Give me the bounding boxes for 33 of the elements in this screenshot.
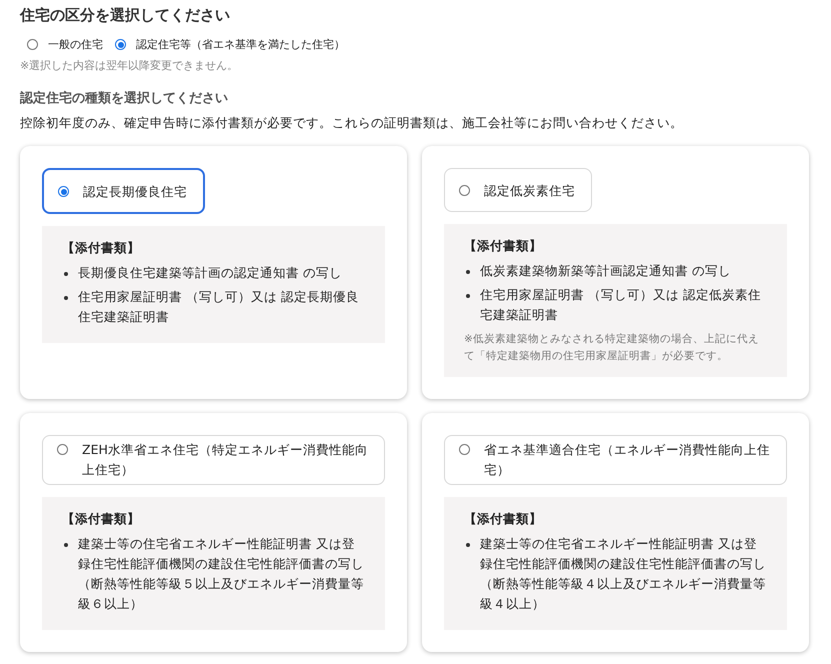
documents-title: 【添付書類】 [464,238,543,255]
bullet-icon [64,296,68,300]
bullet-icon [466,294,470,298]
document-item: 住宅用家屋証明書 （写し可）又は 認定長期優良住宅建築証明書 [78,288,360,326]
documents-title: 【添付書類】 [62,511,141,528]
description-text: 控除初年度のみ、確定申告時に添付書類が必要です。これらの証明書類は、施工会社等にお問い合わせください。 [20,115,684,132]
radio-label[interactable]: 認定住宅等（省エネ基準を満たした住宅） [136,37,345,52]
document-item: 建築士等の住宅省エネルギー性能証明書 又は登録住宅性能評価機関の建設住宅性能評価書の写し（断熱等性能等級４以上及びエネルギー消費量等級４以上） [480,535,767,613]
radio-button[interactable] [27,39,38,50]
radio-option[interactable]: 認定長期優良住宅 [42,168,205,214]
document-item: 低炭素建築物新築等計画認定通知書 の写し [480,262,731,280]
bullet-icon [64,272,68,276]
document-item: 長期優良住宅建築等計画の認定通知書 の写し [78,264,342,282]
bullet-icon [64,543,68,547]
radio-option[interactable]: ZEH水準省エネ住宅（特定エネルギー消費性能向上住宅） [42,435,385,485]
radio-button[interactable] [459,444,470,455]
warning-note: ※選択した内容は翌年以降変更できません。 [20,58,240,73]
radio-button[interactable] [58,186,69,197]
radio-button[interactable] [459,185,470,196]
section-heading: 住宅の区分を選択してください [20,6,231,25]
radio-button[interactable] [57,444,68,455]
radio-button[interactable] [115,39,126,50]
document-item: 建築士等の住宅省エネルギー性能証明書 又は登録住宅性能評価機関の建設住宅性能評価書の写し（断熱等性能等級５以上及びエネルギー消費量等級６以上） [78,535,365,613]
bullet-icon [466,270,470,274]
bullet-icon [466,543,470,547]
documents-note: ※低炭素建築物とみなされる特定建築物の場合、上記に代えて「特定建築物用の住宅用家屋証明書」が必要です。 [464,332,760,364]
section-heading: 認定住宅の種類を選択してください [20,90,229,107]
documents-title: 【添付書類】 [464,511,543,528]
radio-label[interactable]: 一般の住宅 [48,37,103,52]
document-item: 住宅用家屋証明書 （写し可）又は 認定低炭素住宅建築証明書 [480,286,762,324]
radio-option[interactable]: 省エネ基準適合住宅（エネルギー消費性能向上住宅） [444,435,787,485]
documents-title: 【添付書類】 [62,240,141,257]
radio-option[interactable]: 認定低炭素住宅 [444,168,592,212]
